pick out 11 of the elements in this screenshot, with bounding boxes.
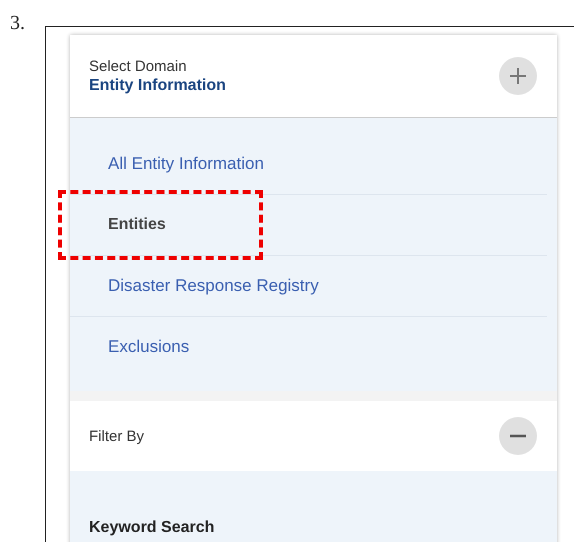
domain-item[interactable]: Disaster Response Registry [108, 276, 319, 296]
domain-item[interactable]: All Entity Information [108, 154, 264, 174]
section-title: Keyword Search [89, 519, 214, 536]
domain-item[interactable]: Exclusions [108, 337, 190, 357]
step-number: 3. [10, 12, 25, 35]
domain-value: Entity Information [89, 76, 226, 94]
filter-title: Filter By [89, 428, 144, 444]
minus-icon[interactable] [499, 417, 537, 455]
domain-label: Select Domain [89, 58, 188, 74]
domain-item[interactable]: Entities [108, 216, 166, 234]
plus-icon[interactable] [499, 57, 537, 95]
